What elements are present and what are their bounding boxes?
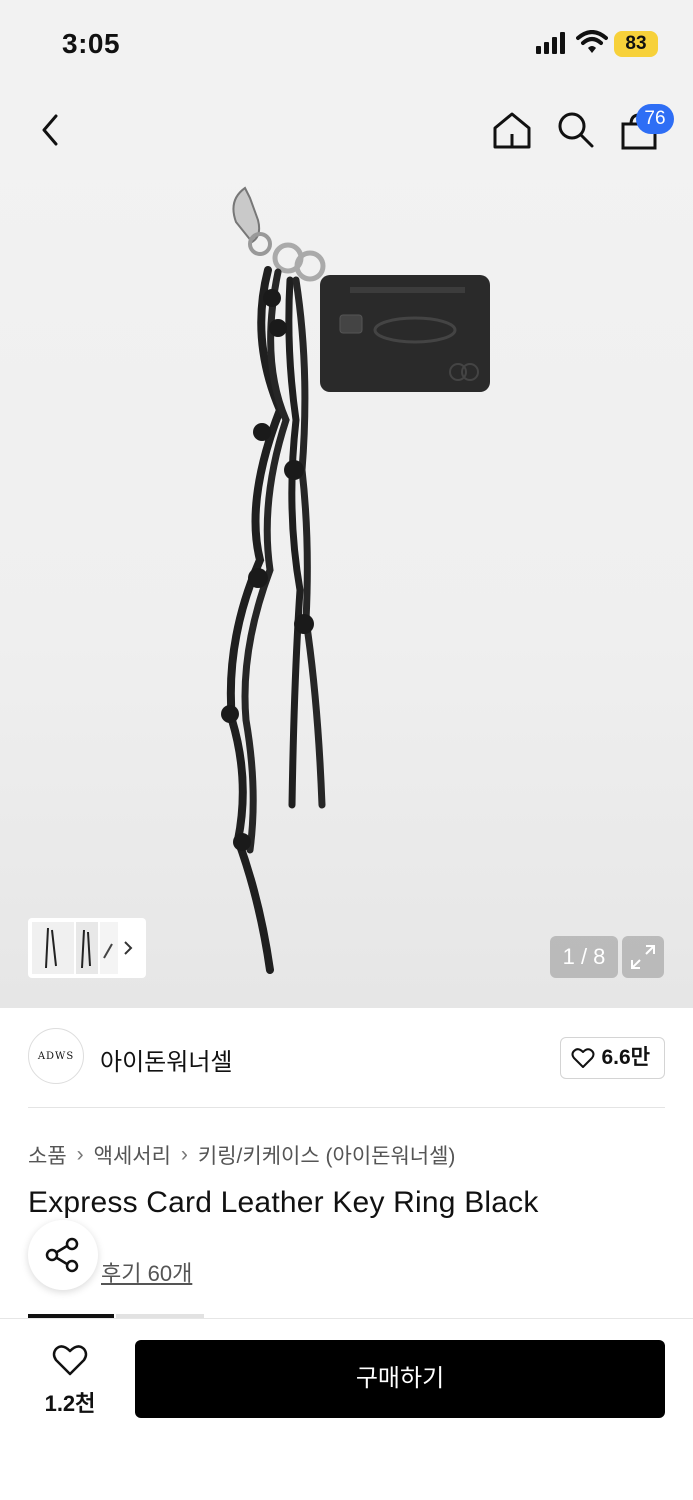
cart-count-badge: 76 xyxy=(636,104,674,134)
chevron-right-icon: › xyxy=(180,1143,188,1166)
breadcrumb: 소품 › 액세서리 › 키링/키케이스 (아이돈워너셀) xyxy=(28,1140,455,1170)
breadcrumb-item[interactable]: 소품 xyxy=(28,1140,67,1170)
status-time: 3:05 xyxy=(62,28,121,59)
heart-icon xyxy=(52,1345,88,1376)
brand-logo[interactable]: ADWS xyxy=(28,1028,84,1084)
like-count: 1.2천 xyxy=(44,1391,96,1416)
cellular-signal-icon xyxy=(536,32,565,54)
search-icon[interactable] xyxy=(556,110,596,150)
share-button[interactable] xyxy=(28,1220,98,1290)
brand-like-count: 6.6만 xyxy=(601,1046,650,1069)
status-bar: 3:05 83 xyxy=(0,0,693,90)
divider xyxy=(28,1107,665,1108)
share-icon xyxy=(45,1237,79,1273)
breadcrumb-item[interactable]: 키링/키케이스 (아이돈워너셀) xyxy=(198,1140,456,1170)
chevron-right-icon: › xyxy=(76,1143,84,1166)
brand-like-button[interactable]: 6.6만 xyxy=(560,1037,665,1079)
like-button[interactable]: 1.2천 xyxy=(28,1340,112,1420)
image-counter: 1 / 8 xyxy=(550,936,618,978)
buy-button[interactable]: 구매하기 xyxy=(135,1340,665,1418)
product-title: Express Card Leather Key Ring Black xyxy=(28,1186,539,1219)
thumbnail-strip[interactable] xyxy=(28,918,146,978)
product-image xyxy=(221,186,490,974)
chevron-right-icon[interactable] xyxy=(122,940,134,956)
back-icon[interactable] xyxy=(36,110,66,150)
brand-row[interactable]: ADWS 아이돈워너셀 6.6만 xyxy=(28,1028,665,1088)
heart-icon xyxy=(571,1048,595,1068)
breadcrumb-item[interactable]: 액세서리 xyxy=(94,1140,171,1170)
expand-icon xyxy=(631,945,655,969)
expand-button[interactable] xyxy=(622,936,664,978)
wifi-icon xyxy=(576,30,608,53)
home-icon[interactable] xyxy=(492,110,532,150)
battery-indicator: 83 xyxy=(614,31,658,57)
brand-name[interactable]: 아이돈워너셀 xyxy=(100,1042,232,1077)
reviews-link[interactable]: 후기 60개 xyxy=(101,1256,192,1288)
